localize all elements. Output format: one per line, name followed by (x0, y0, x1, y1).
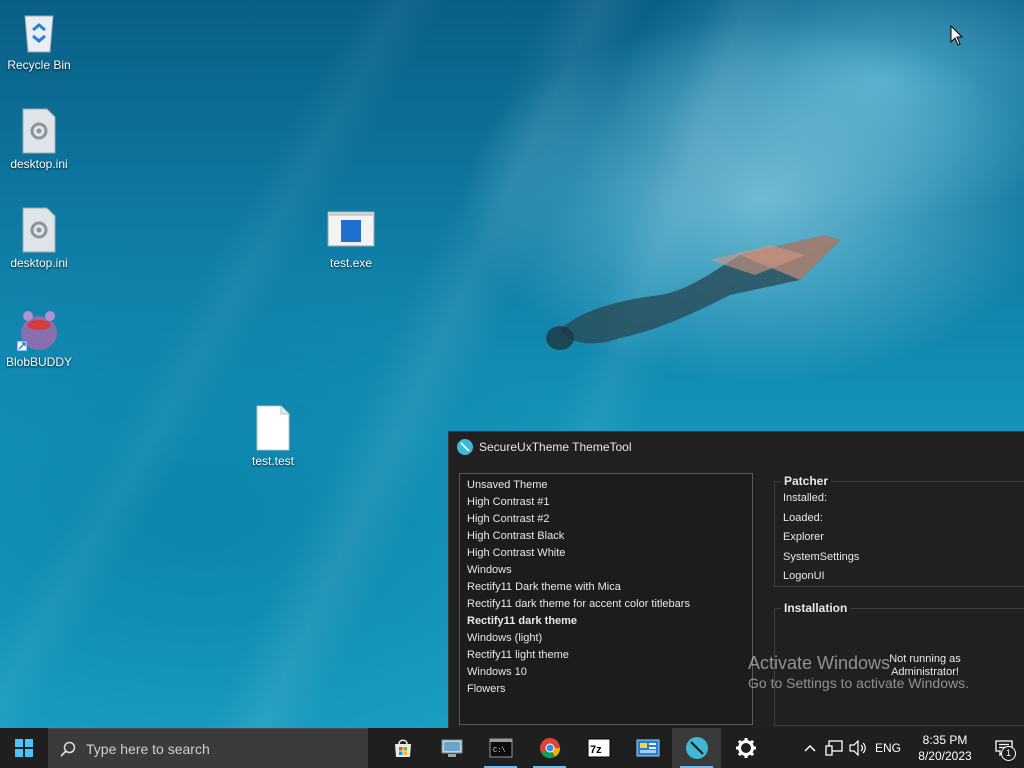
blank-file-icon (249, 404, 297, 452)
activate-windows-title: Activate Windows (748, 653, 891, 673)
network-icon (825, 740, 843, 756)
wallpaper-swimmer (546, 235, 840, 350)
settings-file-icon (15, 206, 63, 254)
activate-windows-subtitle: Go to Settings to activate Windows. (748, 675, 969, 691)
windows-logo-icon (15, 739, 33, 757)
taskbar-clock[interactable]: 8:35 PM 8/20/2023 (906, 732, 984, 764)
window-title: SecureUxTheme ThemeTool (479, 440, 632, 454)
taskbar-app-7zip[interactable]: 7z (574, 728, 623, 768)
speaker-icon (849, 740, 866, 756)
theme-list-item[interactable]: Rectify11 Dark theme with Mica (460, 579, 752, 596)
securexutheme-icon (685, 737, 708, 759)
theme-list-item[interactable]: High Contrast Black (460, 528, 752, 545)
desktop-icon-test-exe[interactable]: test.exe (313, 206, 389, 270)
taskbar-app-computer-management[interactable] (427, 728, 476, 768)
volume-button[interactable] (846, 728, 870, 768)
taskbar-search-box[interactable]: Type here to search (48, 728, 368, 768)
desktop-icon-desktop-ini-2[interactable]: desktop.ini (1, 206, 77, 270)
blobbuddy-icon (15, 305, 63, 353)
taskbar-app-command-prompt[interactable]: C:\ (476, 728, 525, 768)
recycle-bin-icon (15, 8, 63, 56)
theme-list-item[interactable]: Rectify11 light theme (460, 647, 752, 664)
computer-management-icon (441, 739, 462, 757)
settings-gear-icon (735, 738, 756, 758)
patcher-group-title: Patcher (781, 474, 832, 488)
taskbar-app-settings[interactable] (721, 728, 770, 768)
theme-list-item-selected[interactable]: Rectify11 dark theme (460, 613, 752, 630)
logonui-label: LogonUI (783, 570, 825, 582)
theme-list-item[interactable]: Windows (460, 562, 752, 579)
start-button[interactable] (0, 728, 48, 768)
svg-text:C:\: C:\ (493, 747, 506, 755)
theme-list-item[interactable]: High Contrast #1 (460, 494, 752, 511)
system-tray: ENG 8:35 PM 8/20/2023 1 (798, 728, 1024, 768)
desktop-icon-label: desktop.ini (10, 157, 68, 171)
theme-list-item[interactable]: Flowers (460, 681, 752, 698)
window-titlebar[interactable]: SecureUxTheme ThemeTool (449, 432, 1024, 462)
theme-list-item[interactable]: Windows (light) (460, 630, 752, 647)
clock-date: 8/20/2023 (918, 749, 972, 763)
search-placeholder: Type here to search (86, 740, 210, 757)
activate-windows-watermark: Activate Windows Go to Settings to activ… (748, 652, 969, 692)
theme-list-item[interactable]: High Contrast White (460, 545, 752, 562)
microsoft-store-icon (394, 739, 411, 757)
chevron-up-icon (804, 744, 816, 752)
desktop-icon-label: test.exe (329, 256, 373, 270)
desktop-icon-label: Recycle Bin (7, 58, 71, 72)
theme-list-item[interactable]: Windows 10 (460, 664, 752, 681)
explorer-label: Explorer (783, 531, 824, 543)
patcher-group: Patcher Installed: Loaded: Explorer Syst… (774, 474, 1024, 587)
control-panel-icon (636, 739, 659, 757)
theme-list[interactable]: Unsaved Theme High Contrast #1 High Cont… (459, 473, 753, 725)
chrome-icon (539, 738, 560, 759)
search-icon (60, 741, 76, 757)
desktop-icon-test-test[interactable]: test.test (235, 404, 311, 468)
desktop-icon-label: test.test (251, 454, 295, 468)
taskbar-app-control-panel[interactable] (623, 728, 672, 768)
exe-file-icon (327, 206, 375, 254)
theme-list-item[interactable]: High Contrast #2 (460, 511, 752, 528)
theme-list-item[interactable]: Unsaved Theme (460, 477, 752, 494)
desktop-icon-desktop-ini-1[interactable]: desktop.ini (1, 107, 77, 171)
taskbar-app-securexutheme[interactable] (672, 728, 721, 768)
securexutheme-app-icon (457, 439, 473, 455)
desktop-icon-label: BlobBUDDY (5, 355, 73, 369)
command-prompt-icon: C:\ (489, 738, 512, 758)
mouse-cursor-icon (950, 25, 964, 46)
taskbar-app-microsoft-store[interactable] (378, 728, 427, 768)
clock-time: 8:35 PM (922, 733, 968, 747)
7zip-icon: 7z (587, 738, 610, 758)
theme-list-item[interactable]: Rectify11 dark theme for accent color ti… (460, 596, 752, 613)
systemsettings-label: SystemSettings (783, 551, 860, 563)
taskbar: Type here to search C:\ 7z ENG 8:35 PM 8… (0, 728, 1024, 768)
loaded-label: Loaded: (783, 512, 823, 524)
taskbar-app-chrome[interactable] (525, 728, 574, 768)
show-hidden-icons-button[interactable] (798, 728, 822, 768)
action-center-button[interactable]: 1 (984, 728, 1024, 768)
desktop-icon-recycle-bin[interactable]: Recycle Bin (1, 8, 77, 72)
desktop-icon-blobbuddy[interactable]: BlobBUDDY (1, 305, 77, 369)
installation-group-title: Installation (781, 601, 851, 615)
svg-text:7z: 7z (590, 744, 602, 756)
installed-label: Installed: (783, 492, 828, 504)
network-button[interactable] (822, 728, 846, 768)
input-language-button[interactable]: ENG (870, 728, 906, 768)
settings-file-icon (15, 107, 63, 155)
desktop-icon-label: desktop.ini (10, 256, 68, 270)
notification-count-badge: 1 (1001, 746, 1016, 761)
language-indicator: ENG (874, 741, 901, 755)
